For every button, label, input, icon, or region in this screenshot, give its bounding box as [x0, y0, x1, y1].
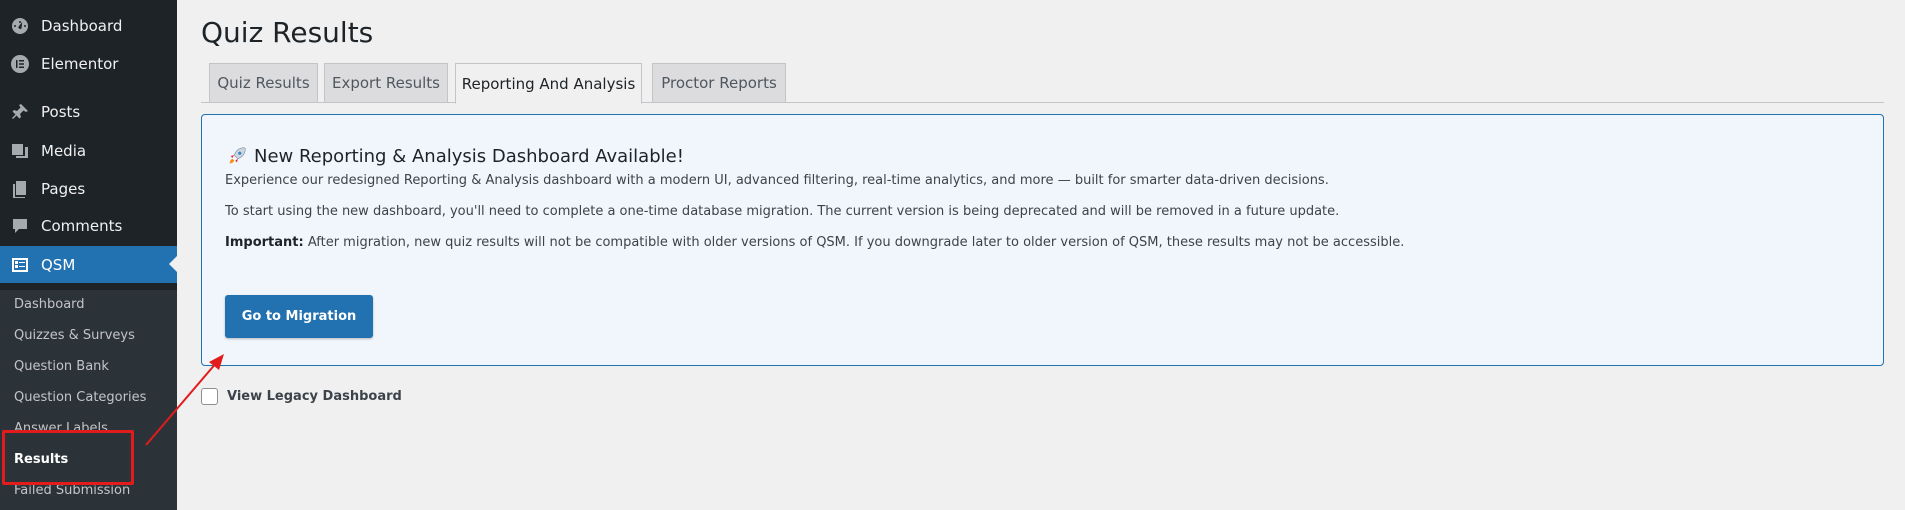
tab-proctor-reports[interactable]: Proctor Reports: [652, 63, 786, 103]
menu-label: Media: [41, 142, 87, 160]
menu-label: Dashboard: [41, 17, 123, 35]
menu-item-elementor[interactable]: Elementor: [0, 46, 177, 82]
submenu-item-quizzes-surveys[interactable]: Quizzes & Surveys: [14, 325, 135, 347]
annotation-highlight-box: [2, 430, 134, 485]
go-to-migration-button[interactable]: Go to Migration: [225, 295, 373, 338]
menu-label: Comments: [41, 217, 123, 235]
menu-item-comments[interactable]: Comments: [0, 208, 177, 244]
pages-icon: [9, 178, 31, 200]
rocket-icon: [226, 145, 248, 167]
legacy-dashboard-option[interactable]: View Legacy Dashboard: [201, 388, 402, 405]
main-content: Quiz Results Quiz Results Export Results…: [177, 0, 1905, 510]
submenu-item-dashboard[interactable]: Dashboard: [14, 294, 85, 316]
notice-heading: New Reporting & Analysis Dashboard Avail…: [226, 145, 684, 167]
menu-item-dashboard[interactable]: Dashboard: [0, 8, 177, 44]
tab-bar: Quiz Results Export Results Reporting An…: [201, 63, 1884, 104]
menu-item-posts[interactable]: Posts: [0, 94, 177, 130]
notice-paragraph-migration: To start using the new dashboard, you'll…: [225, 204, 1340, 219]
tab-export-results[interactable]: Export Results: [324, 63, 448, 103]
important-label: Important:: [225, 235, 304, 250]
pin-icon: [9, 101, 31, 123]
page-title: Quiz Results: [201, 16, 374, 49]
menu-label: Elementor: [41, 55, 119, 73]
menu-item-media[interactable]: Media: [0, 133, 177, 169]
elementor-icon: [9, 53, 31, 75]
menu-label: Pages: [41, 180, 86, 198]
menu-label: Posts: [41, 103, 81, 121]
qsm-icon: [9, 254, 31, 276]
important-text: After migration, new quiz results will n…: [303, 235, 1405, 250]
dashboard-icon: [9, 15, 31, 37]
submenu-item-question-categories[interactable]: Question Categories: [14, 387, 146, 409]
submenu-item-question-bank[interactable]: Question Bank: [14, 356, 109, 378]
legacy-dashboard-checkbox[interactable]: [201, 388, 218, 405]
menu-item-pages[interactable]: Pages: [0, 171, 177, 207]
active-menu-arrow: [169, 256, 177, 272]
notice-paragraph-important: Important: After migration, new quiz res…: [225, 235, 1404, 250]
tab-reporting-and-analysis[interactable]: Reporting And Analysis: [455, 63, 642, 104]
menu-item-qsm[interactable]: QSM: [0, 246, 177, 283]
menu-label: QSM: [41, 255, 76, 274]
comments-icon: [9, 215, 31, 237]
notice-paragraph-intro: Experience our redesigned Reporting & An…: [225, 173, 1329, 188]
migration-notice: New Reporting & Analysis Dashboard Avail…: [201, 114, 1884, 366]
legacy-dashboard-label: View Legacy Dashboard: [227, 389, 402, 404]
tab-quiz-results[interactable]: Quiz Results: [209, 63, 318, 103]
media-icon: [9, 140, 31, 162]
notice-heading-text: New Reporting & Analysis Dashboard Avail…: [254, 145, 684, 167]
